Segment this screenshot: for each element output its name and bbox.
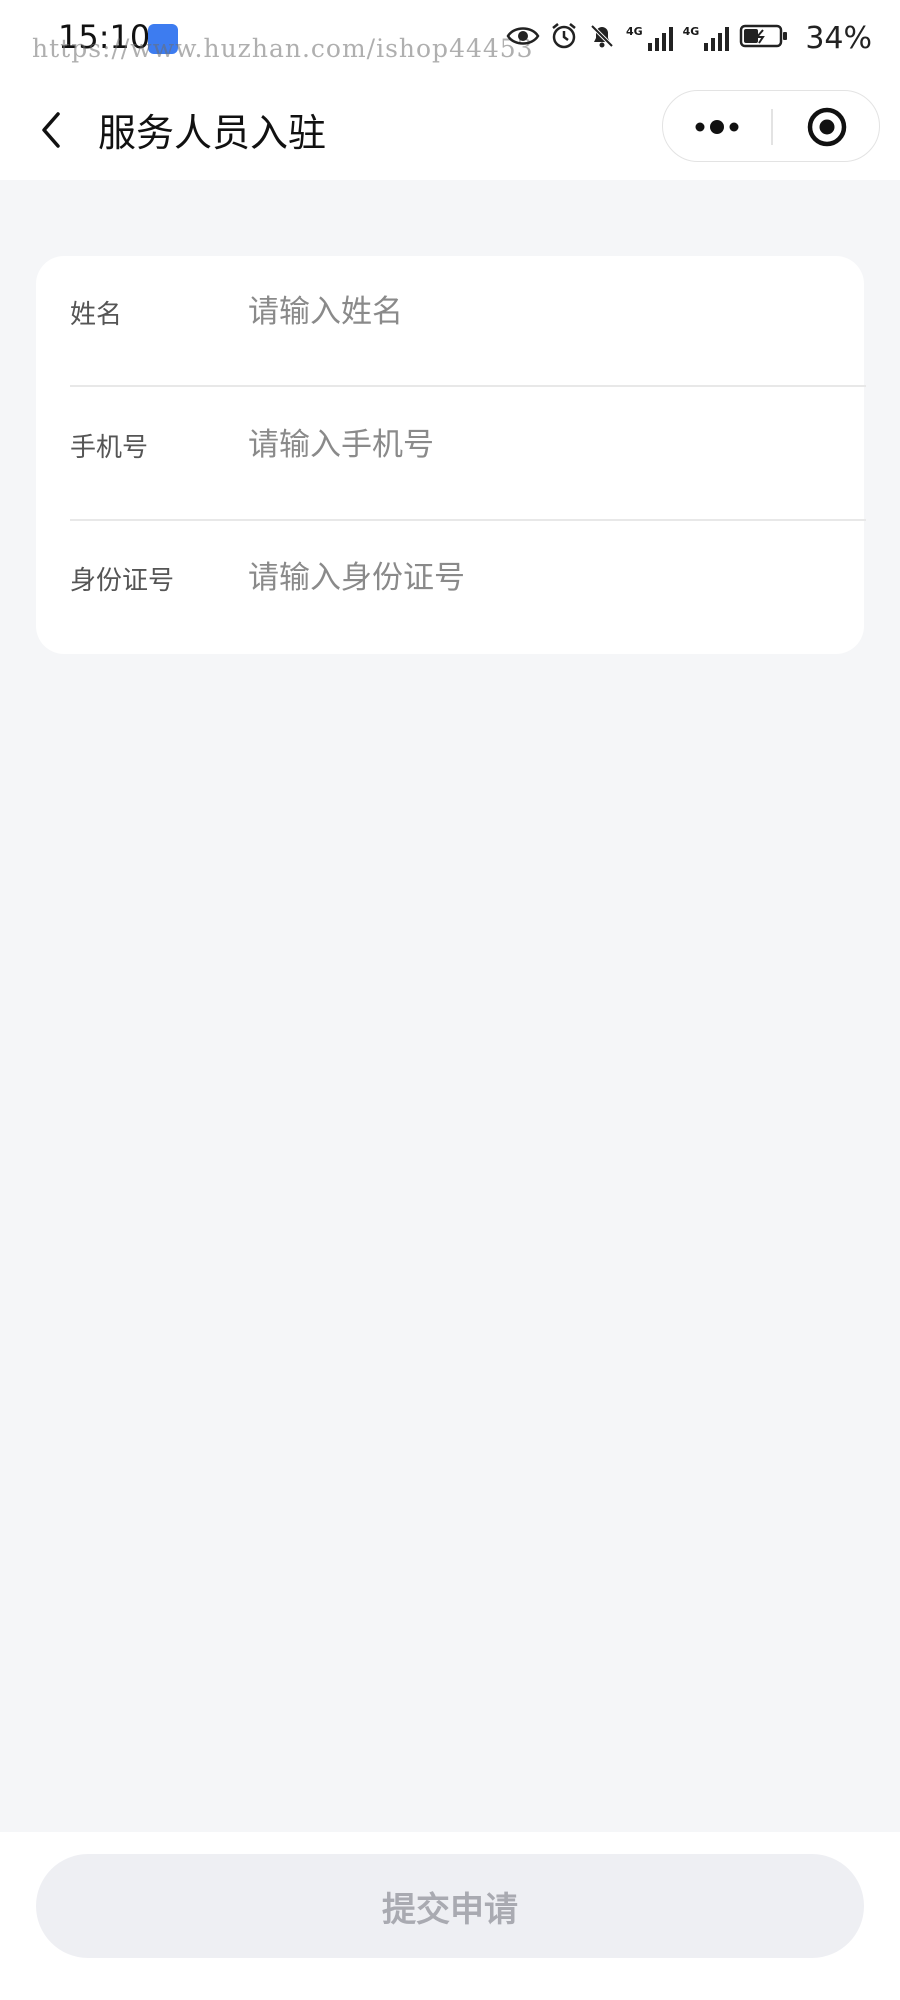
bottom-action-bar: 提交申请 bbox=[0, 1832, 900, 2000]
close-mini-program-button[interactable] bbox=[773, 91, 881, 163]
phone-label: 手机号 bbox=[70, 433, 149, 463]
submit-application-button[interactable]: 提交申请 bbox=[36, 1854, 864, 1958]
target-close-icon bbox=[807, 107, 847, 147]
name-field-row: 姓名 bbox=[36, 256, 864, 389]
id-number-field-row: 身份证号 bbox=[36, 522, 864, 655]
name-input[interactable] bbox=[248, 286, 828, 338]
divider bbox=[70, 519, 866, 521]
chevron-left-icon bbox=[42, 112, 60, 148]
signal-icon: 4G bbox=[626, 25, 673, 51]
signal-icon: 4G bbox=[683, 25, 730, 51]
battery-percent: 34% bbox=[805, 20, 872, 56]
eye-icon bbox=[506, 24, 540, 52]
id-number-label: 身份证号 bbox=[70, 566, 175, 596]
registration-form-card: 姓名 手机号 身份证号 bbox=[36, 256, 866, 655]
watermark-text: https://www.huzhan.com/ishop44453 bbox=[32, 34, 534, 63]
back-button[interactable] bbox=[28, 102, 78, 158]
divider bbox=[70, 385, 866, 387]
phone-input[interactable] bbox=[248, 419, 828, 471]
mini-program-capsule bbox=[662, 90, 880, 162]
name-label: 姓名 bbox=[70, 300, 123, 330]
nav-bar: 服务人员入驻 bbox=[0, 80, 900, 180]
bell-off-icon bbox=[588, 22, 616, 54]
alarm-icon bbox=[550, 22, 578, 54]
status-bar: 15:10 https://www.huzhan.com/ishop44453 … bbox=[0, 0, 900, 80]
signal-label: 4G bbox=[625, 25, 643, 38]
status-icons: 4G 4G 34% bbox=[506, 20, 872, 56]
more-dots-icon bbox=[695, 120, 739, 134]
battery-charging-icon bbox=[739, 23, 789, 53]
page-title: 服务人员入驻 bbox=[98, 111, 327, 155]
id-number-input[interactable] bbox=[248, 552, 828, 604]
phone-field-row: 手机号 bbox=[36, 389, 864, 522]
more-button[interactable] bbox=[663, 91, 771, 163]
signal-label: 4G bbox=[682, 25, 700, 38]
